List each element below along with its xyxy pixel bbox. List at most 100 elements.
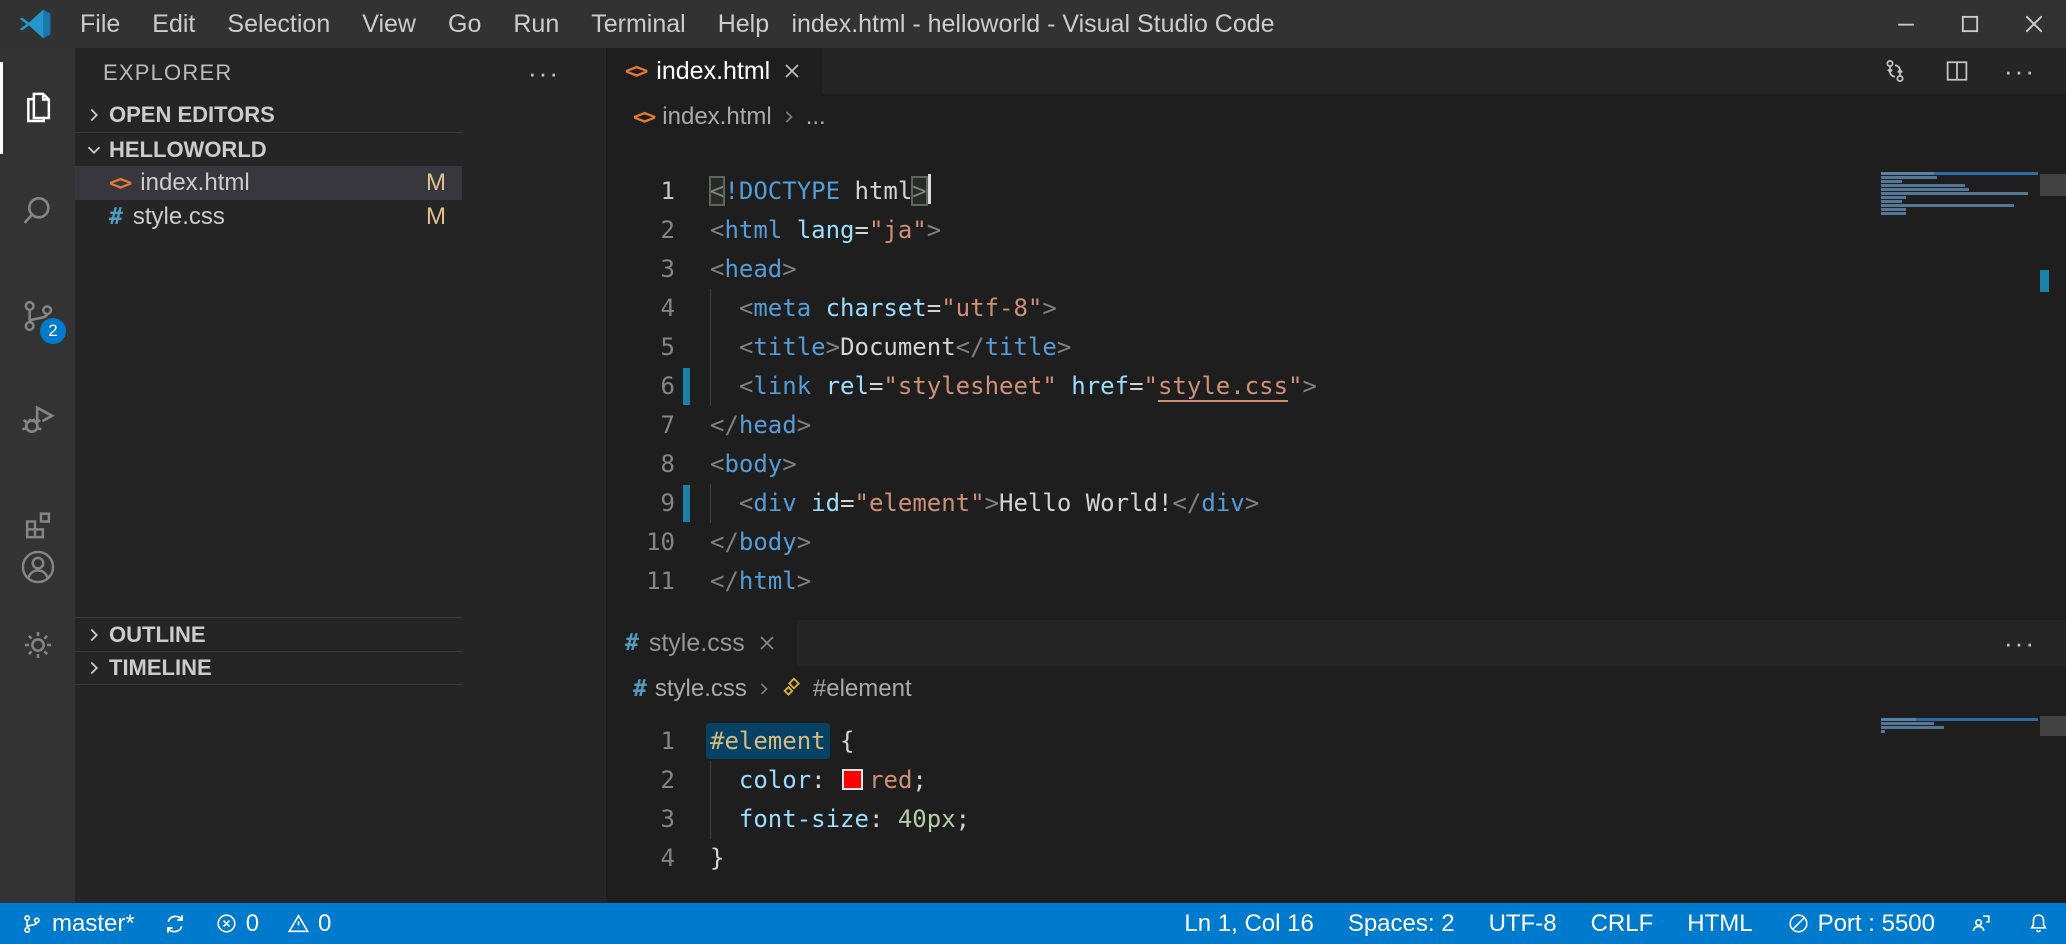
code-line: 1<!DOCTYPE html>: [607, 172, 1866, 211]
menu-help[interactable]: Help: [702, 0, 785, 48]
code-token: >: [797, 528, 811, 556]
line-content: #element {: [710, 722, 855, 761]
section-label: TIMELINE: [109, 655, 212, 681]
code-token: [710, 805, 739, 833]
menu-view[interactable]: View: [346, 0, 432, 48]
more-actions-icon[interactable]: ···: [2004, 638, 2036, 648]
code-line: 8<body>: [607, 445, 1866, 484]
minimap-line: [1881, 188, 2038, 191]
line-content: <html lang="ja">: [710, 211, 941, 250]
minimap-line: [1881, 208, 2038, 211]
indent-guide: [710, 800, 711, 839]
menu-go[interactable]: Go: [432, 0, 497, 48]
line-number: 3: [607, 250, 675, 289]
menu-selection[interactable]: Selection: [211, 0, 346, 48]
branch-icon: [20, 912, 44, 936]
code-token: !DOCTYPE: [724, 177, 840, 205]
close-tab-icon[interactable]: [755, 631, 779, 655]
activity-source-control-button[interactable]: 2: [0, 264, 75, 368]
minimap-line: [1881, 200, 2038, 203]
status-utf-8-item[interactable]: UTF-8: [1489, 910, 1557, 938]
close-tab-icon[interactable]: [780, 59, 804, 83]
status-spaces-2-item[interactable]: Spaces: 2: [1348, 910, 1455, 938]
activity-search-button[interactable]: [0, 160, 75, 264]
status-crlf-item[interactable]: CRLF: [1591, 910, 1654, 938]
activity-run-debug-button[interactable]: [0, 368, 75, 472]
status-label: UTF-8: [1489, 910, 1557, 938]
section-folder-helloworld[interactable]: HELLOWORLD: [75, 132, 462, 166]
split-editor-icon[interactable]: [1942, 56, 1972, 86]
status-ln-1-col-16-item[interactable]: Ln 1, Col 16: [1184, 910, 1313, 938]
code-token: head: [724, 255, 782, 283]
breadcrumb-item[interactable]: #element: [781, 675, 912, 703]
status-feedback-item[interactable]: [1969, 912, 1993, 936]
minimap[interactable]: [1881, 718, 2038, 734]
title-bar: FileEditSelectionViewGoRunTerminalHelp i…: [0, 0, 2066, 48]
breadcrumb: #style.css #element: [607, 666, 2066, 712]
file-row-index.html[interactable]: <>index.htmlM: [75, 166, 462, 200]
status-html-item[interactable]: HTML: [1687, 910, 1752, 938]
status-label: Port : 5500: [1818, 910, 1935, 938]
window-controls: [1874, 0, 2066, 48]
explorer-more-actions-icon[interactable]: ···: [528, 68, 560, 78]
status-master-item[interactable]: master*: [20, 910, 135, 938]
section-open-editors[interactable]: OPEN EDITORS: [75, 98, 462, 132]
status-sync-item[interactable]: [163, 912, 187, 936]
css-file-icon: #: [625, 630, 639, 656]
menu-run[interactable]: Run: [497, 0, 575, 48]
minimap-line: [1881, 180, 2038, 183]
code-editor-style-css[interactable]: 1#element {2 color: red;3 font-size: 40p…: [607, 712, 2066, 903]
chevron-right-icon: [83, 624, 105, 646]
code-token: <: [710, 177, 724, 205]
status-bell-item[interactable]: [2027, 912, 2050, 935]
code-token: =: [927, 294, 941, 322]
maximize-button[interactable]: [1938, 0, 2002, 48]
sidebar-title: EXPLORER: [103, 60, 232, 86]
code-token: ": [1144, 372, 1158, 400]
file-row-style.css[interactable]: #style.cssM: [75, 200, 462, 234]
code-token: "utf-8": [941, 294, 1042, 322]
line-content: <meta charset="utf-8">: [710, 289, 1057, 328]
section-timeline[interactable]: TIMELINE: [75, 651, 462, 685]
line-content: color: red;: [710, 761, 927, 800]
git-modified-badge: M: [426, 203, 446, 231]
menu-edit[interactable]: Edit: [136, 0, 211, 48]
code-token: <: [739, 294, 753, 322]
menu-file[interactable]: File: [64, 0, 136, 48]
minimap-line: [1881, 722, 2038, 725]
section-outline[interactable]: OUTLINE: [75, 617, 462, 651]
code-editor-index-html[interactable]: 1<!DOCTYPE html>2<html lang="ja">3<head>…: [607, 140, 2066, 620]
minimize-button[interactable]: [1874, 0, 1938, 48]
status-port-5500-item[interactable]: Port : 5500: [1787, 910, 1935, 938]
more-actions-icon[interactable]: ···: [2004, 66, 2036, 76]
code-token: </: [710, 567, 739, 595]
minimap[interactable]: [1881, 172, 2038, 216]
editor-area: <> index.html: [607, 48, 2066, 903]
close-button[interactable]: [2002, 0, 2066, 48]
breadcrumb-item[interactable]: #style.css: [633, 675, 747, 703]
run-debug-icon: [17, 399, 59, 441]
activity-settings-button[interactable]: [0, 615, 75, 675]
scrollbar-thumb[interactable]: [2040, 174, 2066, 196]
activity-accounts-button[interactable]: [0, 537, 75, 597]
editor-group-top: <> index.html: [607, 48, 2066, 620]
breadcrumb-item[interactable]: <>index.html: [633, 103, 772, 131]
sidebar-explorer: EXPLORER ··· OPEN EDITORS HELLOWORLD <>i…: [75, 48, 607, 903]
code-token: [710, 489, 739, 517]
breadcrumb-item[interactable]: ...: [806, 103, 826, 131]
line-number: 2: [607, 761, 675, 800]
tab-index-html[interactable]: <> index.html: [607, 48, 822, 94]
code-token: </: [710, 411, 739, 439]
status-label: 0: [318, 910, 331, 938]
code-token: 40px: [898, 805, 956, 833]
status-0-item[interactable]: 0: [215, 910, 259, 938]
port-icon: [1787, 912, 1810, 935]
tab-style-css[interactable]: # style.css: [607, 620, 797, 666]
scrollbar-thumb[interactable]: [2040, 716, 2066, 736]
status-0-item[interactable]: 0: [287, 910, 331, 938]
activity-explorer-button[interactable]: [0, 56, 75, 160]
line-number: 11: [607, 562, 675, 601]
code-token: Hello World!: [999, 489, 1172, 517]
open-changes-icon[interactable]: [1880, 56, 1910, 86]
menu-terminal[interactable]: Terminal: [575, 0, 701, 48]
